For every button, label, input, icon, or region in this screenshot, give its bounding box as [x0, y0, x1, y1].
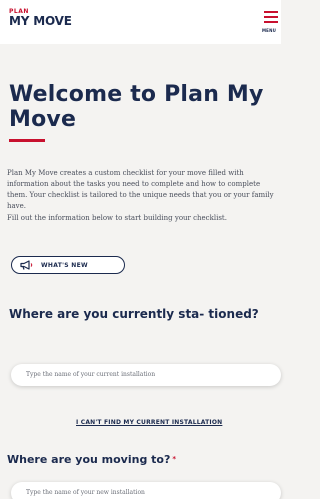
required-marker: *	[172, 455, 177, 463]
menu-button[interactable]: MENU	[262, 11, 281, 37]
new-installation-input[interactable]: Type the name of your new installation	[11, 482, 281, 499]
site-header: PLAN MY MOVE MENU	[0, 0, 281, 44]
cant-find-installation-link[interactable]: I CAN'T FIND MY CURRENT INSTALLATION	[76, 419, 281, 431]
current-installation-question: Where are you currently sta- tioned?	[9, 307, 259, 321]
hamburger-icon	[264, 11, 278, 26]
whats-new-button[interactable]: WHAT'S NEW	[11, 256, 125, 274]
current-installation-placeholder: Type the name of your current installati…	[26, 371, 156, 378]
intro-paragraph: Plan My Move creates a custom checklist …	[7, 169, 274, 210]
menu-label: MENU	[262, 28, 277, 33]
instructions-paragraph: Fill out the information below to start …	[7, 214, 227, 222]
current-installation-input[interactable]: Type the name of your current installati…	[11, 364, 281, 386]
new-installation-placeholder: Type the name of your new installation	[26, 489, 145, 496]
moving-to-question-text: Where are you moving to?	[7, 453, 171, 466]
page-title: Welcome to Plan My Move	[9, 82, 264, 132]
plan-my-move-logo[interactable]: PLAN MY MOVE	[9, 8, 72, 28]
whats-new-label: WHAT'S NEW	[41, 261, 88, 269]
title-underline	[9, 139, 45, 142]
moving-to-question: Where are you moving to? *	[7, 453, 281, 466]
logo-line-my-move: MY MOVE	[9, 14, 72, 28]
megaphone-icon	[20, 260, 33, 270]
